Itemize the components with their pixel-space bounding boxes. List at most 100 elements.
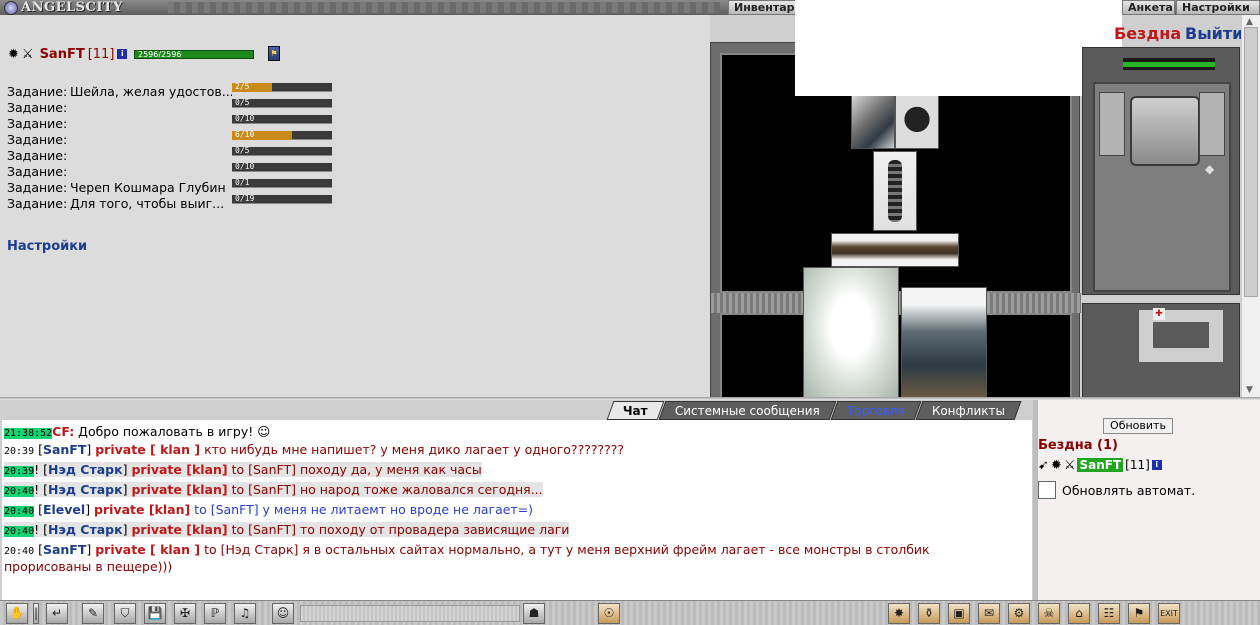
chat-timestamp[interactable]: 20:40 <box>4 486 35 497</box>
nav-inventory[interactable]: Инвентары <box>728 0 804 15</box>
monster-portrait[interactable] <box>901 287 987 399</box>
top-scrollbar[interactable]: ▲ ▼ <box>1241 15 1260 398</box>
task-label: Задание: <box>7 116 68 131</box>
hp-bar: 2596/2596 <box>134 50 254 59</box>
chat-log[interactable]: 21:38:52CF: Добро пожаловать в игру! ☺ 20… <box>2 420 1032 600</box>
task-row: Задание: 0/10 <box>7 162 337 179</box>
helmet-icon[interactable]: ☗ <box>523 603 545 624</box>
room-user-name[interactable]: SanFT <box>1077 458 1124 472</box>
task-progress-bar: 0/5 <box>232 146 332 156</box>
chat-channel: private [klan] <box>131 462 228 477</box>
room-user[interactable]: ➹ ✹ ⚔ SanFT [11] i <box>1038 458 1162 472</box>
clan-icon: ⚔ <box>21 46 34 62</box>
arrow-right-icon[interactable]: ◆ <box>1205 162 1217 176</box>
flag-icon[interactable]: ⚑ <box>1128 603 1150 624</box>
exit-icon[interactable]: EXIT <box>1158 603 1180 624</box>
gear-icon[interactable]: ⚙ <box>1008 603 1030 624</box>
walk-icon[interactable]: ✠ <box>174 603 196 624</box>
chat-nick[interactable]: SanFT <box>43 442 86 457</box>
room-doorway[interactable] <box>1093 82 1231 292</box>
chat-message[interactable]: 20:40 [Elevel] private [klan] to [SanFT]… <box>4 502 533 517</box>
banner-icon[interactable]: ⚑ <box>268 46 280 61</box>
chat-timestamp[interactable]: 20:39 <box>4 466 35 477</box>
chat-nick[interactable]: SanFT <box>43 542 86 557</box>
info-icon[interactable]: i <box>1151 460 1162 470</box>
chat-timestamp[interactable]: 21:38:52 <box>4 428 53 439</box>
scroll-thumb[interactable] <box>1244 27 1258 297</box>
save-icon[interactable]: 💾 <box>144 603 166 624</box>
auto-refresh[interactable]: Обновлять автомат. <box>1038 481 1195 499</box>
chat-timestamp[interactable]: 20:40 <box>4 506 35 517</box>
logo: ANGELSCITY <box>4 0 123 15</box>
sound-icon[interactable]: ♫ <box>234 603 256 624</box>
tab-system-messages[interactable]: Системные сообщения <box>658 401 837 420</box>
chat-nick[interactable]: Elevel <box>43 502 85 517</box>
nav-settings[interactable]: Настройки <box>1176 0 1260 15</box>
task-text[interactable]: Череп Кошмара Глубин <box>70 180 232 195</box>
room-user-level: [11] <box>1125 458 1150 472</box>
monster-portrait[interactable] <box>873 151 917 231</box>
chat-timestamp[interactable]: 20:40 <box>4 526 35 537</box>
door-icon[interactable] <box>1130 96 1200 166</box>
flame-icon[interactable]: ✸ <box>888 603 910 624</box>
tab-conflicts[interactable]: Конфликты <box>915 401 1022 420</box>
monster-portrait[interactable] <box>851 95 895 149</box>
chat-channel: private [klan] <box>131 482 228 497</box>
task-progress-text: 0/10 <box>235 114 255 123</box>
pl-icon[interactable]: ℙ <box>204 603 226 624</box>
chat-input[interactable] <box>300 605 520 622</box>
chat-message[interactable]: 20:40! [Нэд Старк] private [klan] to [Sa… <box>4 482 543 497</box>
scroll-up-icon[interactable]: ▲ <box>1246 17 1253 27</box>
skull-icon[interactable]: ☠ <box>1038 603 1060 624</box>
chat-channel: CF: <box>52 424 75 439</box>
chat-nick[interactable]: Нэд Старк <box>48 522 123 537</box>
refresh-button[interactable]: Обновить <box>1103 418 1173 434</box>
monster-portrait[interactable] <box>803 267 899 399</box>
lock-icon[interactable]: ☉ <box>598 603 620 624</box>
private-message-icon[interactable]: ➹ <box>1038 459 1049 472</box>
top-bar-ornament <box>168 2 720 13</box>
task-label: Задание: <box>7 148 68 163</box>
task-text[interactable]: Шейла, желая удостов... <box>70 84 232 99</box>
group-icon[interactable]: ☷ <box>1098 603 1120 624</box>
chat-nick[interactable]: Нэд Старк <box>48 462 123 477</box>
bag-icon[interactable]: ⚱ <box>918 603 940 624</box>
task-text[interactable]: Для того, чтобы выиг... <box>70 196 232 211</box>
eraser-icon[interactable]: ✎ <box>82 603 104 624</box>
scroll-icon[interactable]: ✉ <box>978 603 1000 624</box>
settings-link[interactable]: Настройки <box>7 239 87 254</box>
game-window: ANGELSCITY Инвентары Анкета Настройки ✹ … <box>0 0 1260 625</box>
player-name[interactable]: SanFT <box>40 47 85 62</box>
chest-icon[interactable]: ▣ <box>948 603 970 624</box>
exit-button[interactable]: Выйти <box>1185 24 1243 43</box>
chat-message[interactable]: 20:40! [Нэд Старк] private [klan] to [Sa… <box>4 522 570 537</box>
chat-message[interactable]: 21:38:52CF: Добро пожаловать в игру! ☺ <box>4 424 270 439</box>
chat-message[interactable]: 20:40 [SanFT] private [ klan ] to [Нэд С… <box>4 542 930 557</box>
blank-overlay <box>795 0 1122 96</box>
chat-message[interactable]: 20:39! [Нэд Старк] private [klan] to [Sa… <box>4 462 482 477</box>
chat-message[interactable]: 20:39 [SanFT] private [ klan ] кто нибуд… <box>4 442 624 457</box>
chat-timestamp[interactable]: 20:39 <box>4 446 34 457</box>
monster-portrait[interactable] <box>895 95 939 149</box>
task-progress-bar: 0/10 <box>232 114 332 124</box>
smile-icon[interactable]: ☺ <box>272 603 294 624</box>
hand-icon[interactable]: ✋ <box>6 603 28 624</box>
enter-icon[interactable]: ↵ <box>46 603 68 624</box>
task-label: Задание: <box>7 180 68 195</box>
info-icon[interactable]: i <box>117 49 128 59</box>
task-progress-text: 0/5 <box>235 98 250 107</box>
separator-icon[interactable]: | <box>33 603 39 624</box>
chat-timestamp[interactable]: 20:40 <box>4 546 34 557</box>
tab-trade[interactable]: Торговля <box>830 401 922 420</box>
monster-portrait[interactable] <box>831 233 959 267</box>
filter-icon[interactable]: ⛉ <box>114 603 136 624</box>
house-icon[interactable]: ⌂ <box>1068 603 1090 624</box>
tab-chat[interactable]: Чат <box>606 401 665 420</box>
room-title: Бездна (1) <box>1038 438 1118 453</box>
scroll-down-icon[interactable]: ▼ <box>1246 385 1253 395</box>
nav-anketa[interactable]: Анкета <box>1122 0 1175 15</box>
auto-refresh-checkbox[interactable] <box>1038 481 1056 499</box>
bottom-toolbar: ✋ | ↵ ✎ ⛉ 💾 ✠ ℙ ♫ ☺ ☗ ☉ ✸ ⚱ ▣ ✉ ⚙ ☠ ⌂ ☷ ⚑ EXIT <box>0 600 1260 625</box>
minimap[interactable]: ✚ <box>1082 303 1240 398</box>
chat-nick[interactable]: Нэд Старк <box>48 482 123 497</box>
